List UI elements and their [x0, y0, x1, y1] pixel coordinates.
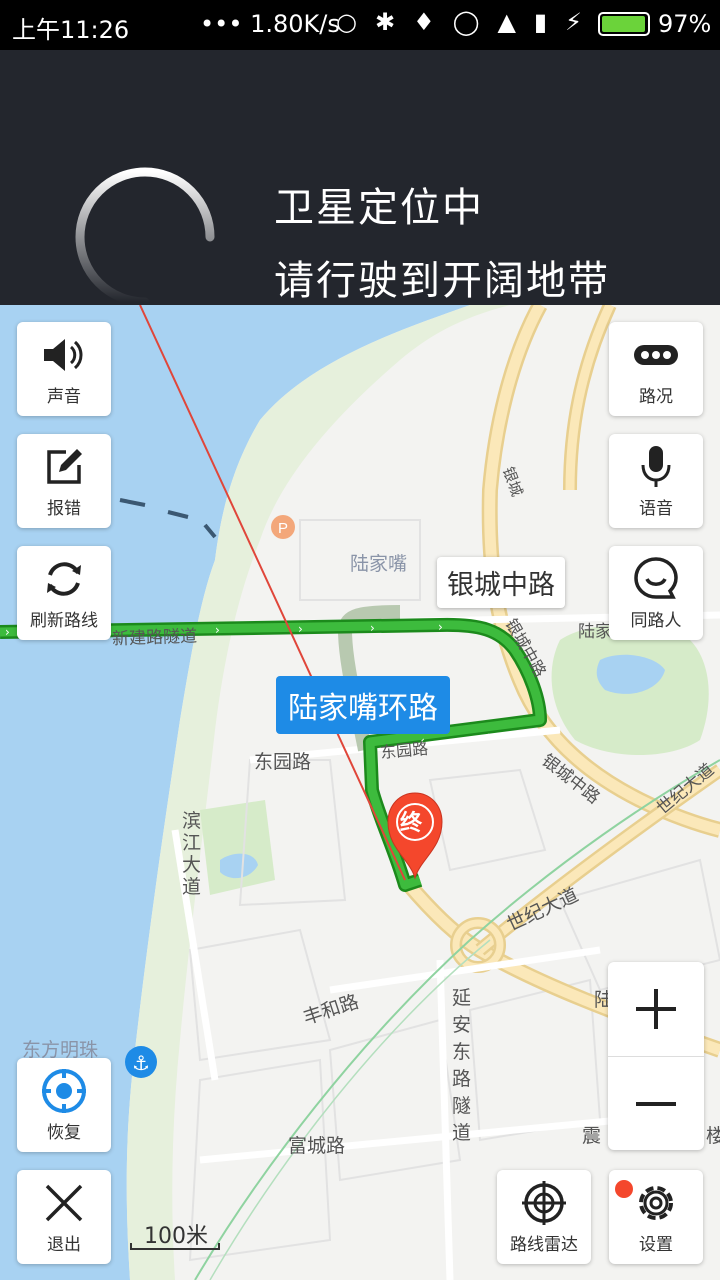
- headset-icon: ○: [336, 8, 357, 36]
- minus-icon: [636, 1102, 676, 1106]
- map-scale: 100米: [130, 1218, 220, 1254]
- exit-button[interactable]: 退出: [17, 1170, 111, 1264]
- refresh-route-button[interactable]: 刷新路线: [17, 546, 111, 640]
- battery-icon: [598, 12, 650, 36]
- restore-button[interactable]: 恢复: [17, 1058, 111, 1152]
- microphone-icon: [640, 444, 672, 490]
- sound-label: 声音: [47, 386, 81, 407]
- speaker-icon: [41, 332, 87, 378]
- map-label-yanan: 延安东路隧道: [452, 987, 472, 1144]
- chat-smile-icon: [633, 556, 679, 602]
- traffic-icon: [633, 332, 679, 378]
- network-speed: ••• 1.80K/s: [200, 10, 340, 38]
- voice-button[interactable]: 语音: [609, 434, 703, 528]
- status-time: 上午11:26: [12, 16, 130, 44]
- zoom-out-button[interactable]: [608, 1057, 704, 1151]
- gps-locating-banner: 卫星定位中 请行驶到开阔地带: [0, 50, 720, 307]
- bluetooth-icon: ✱: [374, 8, 396, 36]
- radar-crosshair-icon: [521, 1180, 567, 1226]
- exit-label: 退出: [47, 1234, 81, 1255]
- refresh-icon: [42, 556, 86, 602]
- notification-dot: [615, 1180, 633, 1198]
- map-label-xinjian-tunnel: 新建路隧道: [111, 626, 198, 650]
- fellow-traveler-label: 同路人: [630, 610, 682, 631]
- map-label-fucheng: 富城路: [288, 1135, 346, 1157]
- signal-icon: ▮: [533, 8, 548, 36]
- zoom-control: [608, 962, 704, 1150]
- status-icons: ○ ✱ ♦ ◯ ▲ ▮ ⚡: [336, 8, 582, 36]
- fellow-traveler-button[interactable]: 同路人: [609, 546, 703, 640]
- traffic-button[interactable]: 路况: [609, 322, 703, 416]
- battery-percent: 97%: [658, 10, 712, 38]
- zoom-in-button[interactable]: [608, 962, 704, 1056]
- gear-icon: [633, 1180, 679, 1226]
- settings-label: 设置: [639, 1234, 673, 1255]
- map-label-lujiazui: 陆家嘴: [350, 553, 408, 575]
- status-bar: 上午11:26 ••• 1.80K/s ○ ✱ ♦ ◯ ▲ ▮ ⚡ 97%: [0, 0, 720, 50]
- charging-icon: ⚡: [565, 8, 582, 36]
- traffic-label: 路况: [639, 386, 673, 407]
- map-label-lou: 楼: [706, 1125, 720, 1147]
- gps-status-title: 卫星定位中: [274, 185, 484, 231]
- location-target-icon: [40, 1068, 88, 1114]
- svg-text:›: ›: [298, 622, 303, 636]
- map-label-lujia-right: 陆家: [578, 622, 612, 642]
- svg-text:›: ›: [5, 625, 10, 639]
- gps-status-hint: 请行驶到开阔地带: [274, 258, 610, 304]
- road-tag-yincheng-zhonglu: 银城中路: [437, 557, 565, 608]
- route-radar-button[interactable]: 路线雷达: [497, 1170, 591, 1264]
- svg-text:›: ›: [438, 620, 443, 634]
- map-label-binjiang: 滨江大道: [182, 810, 202, 898]
- mute-bell-icon: ♦: [413, 8, 435, 36]
- report-error-button[interactable]: 报错: [17, 434, 111, 528]
- map-label-dongyuan-2: 东园路: [379, 738, 429, 763]
- restore-label: 恢复: [47, 1122, 81, 1143]
- svg-text:⚓: ⚓: [132, 1051, 150, 1075]
- scale-bar: [130, 1243, 220, 1250]
- plus-icon: [636, 989, 676, 1029]
- end-marker-label: 终: [400, 811, 423, 836]
- svg-text:‹: ‹: [485, 729, 490, 743]
- edit-icon: [44, 444, 84, 490]
- refresh-route-label: 刷新路线: [30, 610, 98, 631]
- wifi-icon: ▲: [497, 8, 516, 36]
- map-label-zhen: 震: [582, 1125, 602, 1147]
- voice-label: 语音: [639, 498, 673, 519]
- report-error-label: 报错: [47, 498, 81, 519]
- svg-text:P: P: [278, 520, 288, 537]
- close-icon: [44, 1180, 84, 1226]
- road-tag-lujiazui-ring: 陆家嘴环路: [276, 676, 450, 734]
- route-radar-label: 路线雷达: [510, 1234, 578, 1255]
- svg-text:›: ›: [370, 621, 375, 635]
- loading-spinner-icon: [75, 167, 215, 307]
- park-area-2: [200, 800, 275, 895]
- svg-text:›: ›: [215, 623, 220, 637]
- map-label-dongyuan-1: 东园路: [254, 751, 312, 773]
- sound-button[interactable]: 声音: [17, 322, 111, 416]
- alarm-icon: ◯: [452, 8, 480, 36]
